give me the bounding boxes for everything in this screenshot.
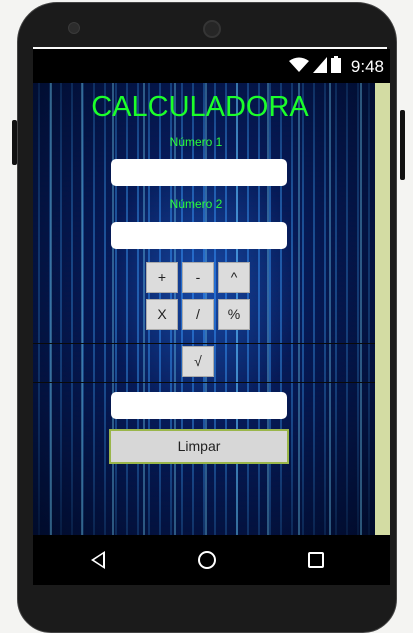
power-operator-button[interactable]: ^ bbox=[218, 262, 250, 293]
multiply-button[interactable]: X bbox=[146, 299, 178, 330]
speaker-icon bbox=[68, 22, 80, 34]
clear-button[interactable]: Limpar bbox=[109, 429, 289, 464]
app-title: CALCULADORA bbox=[91, 91, 309, 123]
recent-apps-icon[interactable] bbox=[308, 552, 324, 568]
subtract-button[interactable]: - bbox=[182, 262, 214, 293]
status-time: 9:48 bbox=[350, 57, 384, 76]
app-screen: CALCULADORA Número 1 Número 2 + - ^ X / … bbox=[33, 83, 390, 535]
volume-button bbox=[12, 120, 17, 165]
status-bar: 9:48 bbox=[33, 49, 390, 83]
home-icon[interactable] bbox=[198, 551, 216, 569]
label-number-1: Número 1 bbox=[169, 135, 223, 149]
power-button bbox=[400, 110, 405, 180]
label-number-2: Número 2 bbox=[169, 197, 223, 211]
camera-icon bbox=[203, 20, 221, 38]
divider-top bbox=[33, 343, 375, 344]
wifi-icon bbox=[288, 57, 309, 78]
percent-button[interactable]: % bbox=[218, 299, 250, 330]
back-icon[interactable] bbox=[91, 551, 105, 569]
divider-bottom bbox=[33, 382, 375, 383]
number-1-input[interactable] bbox=[111, 159, 287, 186]
number-2-input[interactable] bbox=[111, 222, 287, 249]
navigation-bar bbox=[33, 535, 390, 585]
signal-icon bbox=[312, 56, 327, 78]
side-strip bbox=[375, 83, 390, 535]
divide-button[interactable]: / bbox=[182, 299, 214, 330]
sqrt-button[interactable]: √ bbox=[182, 346, 214, 377]
result-field[interactable] bbox=[111, 392, 287, 419]
battery-icon bbox=[330, 56, 341, 78]
add-button[interactable]: + bbox=[146, 262, 178, 293]
